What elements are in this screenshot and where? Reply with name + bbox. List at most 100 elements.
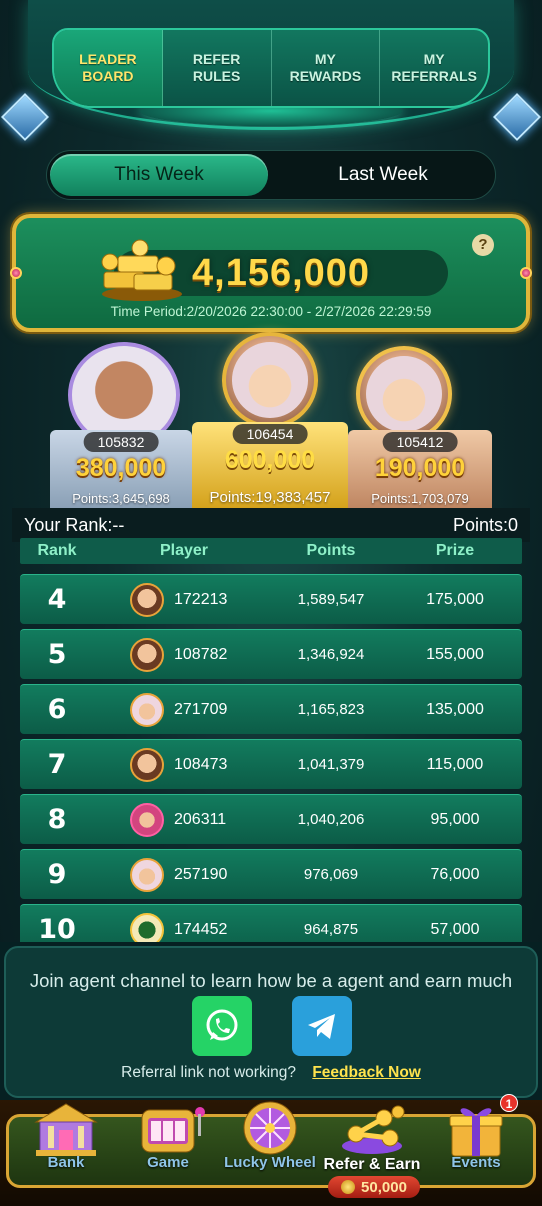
podium-rank-3: 105412 190,000 Points:1,703,079 [348,430,492,508]
last-week-button[interactable]: Last Week [274,154,492,196]
prize-cell: 95,000 [430,810,480,828]
player-id: 172213 [174,590,228,608]
feedback-now-link[interactable]: Feedback Now [312,1064,421,1081]
nav-label: Events [451,1154,501,1171]
bank-icon [34,1103,98,1156]
player-id: 271709 [174,700,228,718]
player-id: 108782 [174,645,228,663]
diamond-decoration-right [492,92,542,142]
nav-label: Refer & Earn [323,1156,421,1173]
this-week-button[interactable]: This Week [50,154,268,196]
prize-amount: 190,000 [374,454,466,482]
refer-coins-value: 50,000 [361,1178,407,1196]
time-period: Time Period:2/20/2026 22:30:00 - 2/27/20… [110,304,432,319]
player-cell: 257190 [94,857,274,892]
player-id: 206311 [174,810,227,828]
top-three-podium: 105832 380,000 Points:3,645,698 106454 6… [0,330,542,508]
tab-my-rewards[interactable]: MY REWARDS [272,30,381,106]
nav-bank[interactable]: Bank [14,1100,118,1190]
points-value: Points:19,383,457 [209,489,331,506]
rank-number: 4 [47,584,67,615]
referral-help: Referral link not working? Feedback Now [6,1064,536,1082]
player-cell: 172213 [94,582,274,617]
table-row[interactable]: 4 172213 1,589,547 175,000 [20,574,522,624]
points-cell: 964,875 [303,921,359,938]
agent-channel-panel: Join agent channel to learn how be a age… [0,942,542,1100]
tab-my-referrals[interactable]: MY REFERRALS [380,30,488,106]
whatsapp-icon[interactable] [192,996,252,1056]
prize-cell: 155,000 [426,645,484,663]
telegram-glyph [308,1014,335,1039]
table-row[interactable]: 8 206311 1,040,206 95,000 [20,794,522,844]
prize-cell: 115,000 [426,755,484,773]
nav-game[interactable]: Game [116,1100,220,1190]
header-points: Points [306,542,356,559]
refer-coins-badge: 50,000 [328,1176,420,1198]
tab-label: LEADER BOARD [79,51,137,84]
player-id: 105832 [83,432,159,452]
avatar-face [232,342,308,418]
prize-cell: 135,000 [426,700,484,718]
prize-amount: 380,000 [75,454,167,482]
prize-cell: 76,000 [430,865,480,883]
coin-icon [341,1180,356,1194]
player-avatar [130,802,164,837]
points-cell: 976,069 [303,866,359,883]
player-avatar [130,857,164,892]
player-id: 174452 [174,920,228,938]
tab-label: MY REFERRALS [391,51,477,84]
bottom-navigation: Bank Game Lucky Wheel Refer & Earn 1 Eve… [0,1094,542,1206]
nav-events[interactable]: 1 Events [424,1094,528,1190]
player-avatar [130,912,164,942]
prize-amount: 600,000 [224,446,316,474]
tab-refer-rules[interactable]: REFER RULES [163,30,272,106]
player-id: 105412 [382,432,458,452]
player-cell: 108782 [94,637,274,672]
wheel-icon [243,1101,297,1155]
points-cell: 1,041,379 [297,756,365,773]
header-prize: Prize [435,542,475,559]
agent-message: Join agent channel to learn how be a age… [29,970,513,991]
your-rank-label: Your Rank:-- [24,514,125,535]
rank-number: 6 [47,694,67,725]
your-rank-bar: Your Rank:-- Points:0 [12,508,530,542]
table-header: Rank Player Points Prize [20,538,522,564]
podium-rank-1: 106454 600,000 Points:19,383,457 [192,422,348,508]
tab-label: MY REWARDS [289,51,362,84]
tab-leaderboard[interactable]: LEADER BOARD [54,30,163,106]
nav-lucky-wheel[interactable]: Lucky Wheel [218,1100,322,1190]
points-cell: 1,165,823 [297,701,365,718]
rank-number: 7 [47,749,67,780]
table-row[interactable]: 7 108473 1,041,379 115,000 [20,739,522,789]
whatsapp-glyph [206,1009,238,1041]
points-value: Points:3,645,698 [72,491,170,506]
prize-cell: 175,000 [426,590,484,608]
rank-number: 9 [47,859,67,890]
table-row[interactable]: 9 257190 976,069 76,000 [20,849,522,899]
player-cell: 206311 [94,802,274,837]
top-tabs: LEADER BOARD REFER RULES MY REWARDS MY R… [52,28,490,108]
gold-bars-icon [101,239,182,301]
nav-label: Bank [47,1154,85,1171]
rank-number: 10 [38,914,76,942]
player-cell: 271709 [94,692,274,727]
notification-badge: 1 [500,1094,518,1112]
table-row[interactable]: 6 271709 1,165,823 135,000 [20,684,522,734]
rank-3-avatar[interactable] [356,346,452,442]
pool-amount: 4,156,000 [192,252,371,294]
rank-1-avatar[interactable] [222,332,318,428]
help-icon[interactable]: ? [472,234,494,256]
table-row[interactable]: 10 174452 964,875 57,000 [20,904,522,942]
points-cell: 1,589,547 [297,591,365,608]
your-points-label: Points:0 [452,514,518,535]
telegram-icon[interactable] [292,996,352,1056]
player-avatar [130,637,164,672]
tab-label: REFER RULES [192,51,241,84]
gem-decoration-right [520,267,532,279]
player-avatar [130,692,164,727]
table-row[interactable]: 5 108782 1,346,924 155,000 [20,629,522,679]
leaderboard-list[interactable]: 4 172213 1,589,547 175,000 5 108782 1,34… [20,574,522,942]
points-cell: 1,346,924 [297,646,365,663]
player-cell: 108473 [94,747,274,782]
prize-cell: 57,000 [430,920,480,938]
